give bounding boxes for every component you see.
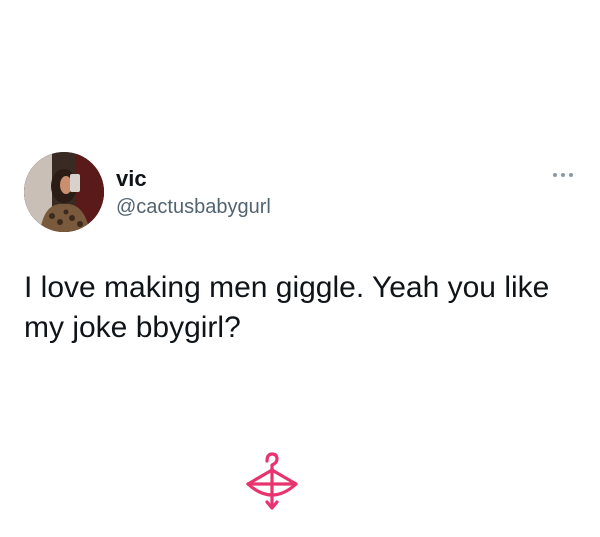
tweet-header: vic @cactusbabygurl — [24, 152, 576, 232]
more-options-button[interactable] — [550, 168, 576, 182]
watermark-logo — [244, 452, 300, 512]
more-dots-icon — [553, 173, 573, 177]
tweet-text: I love making men giggle. Yeah you like … — [24, 271, 550, 344]
display-name[interactable]: vic — [116, 166, 147, 192]
hanger-bow-logo-icon — [246, 452, 298, 510]
avatar[interactable] — [24, 152, 104, 232]
user-handle[interactable]: @cactusbabygurl — [116, 194, 271, 220]
avatar-image — [24, 152, 104, 232]
